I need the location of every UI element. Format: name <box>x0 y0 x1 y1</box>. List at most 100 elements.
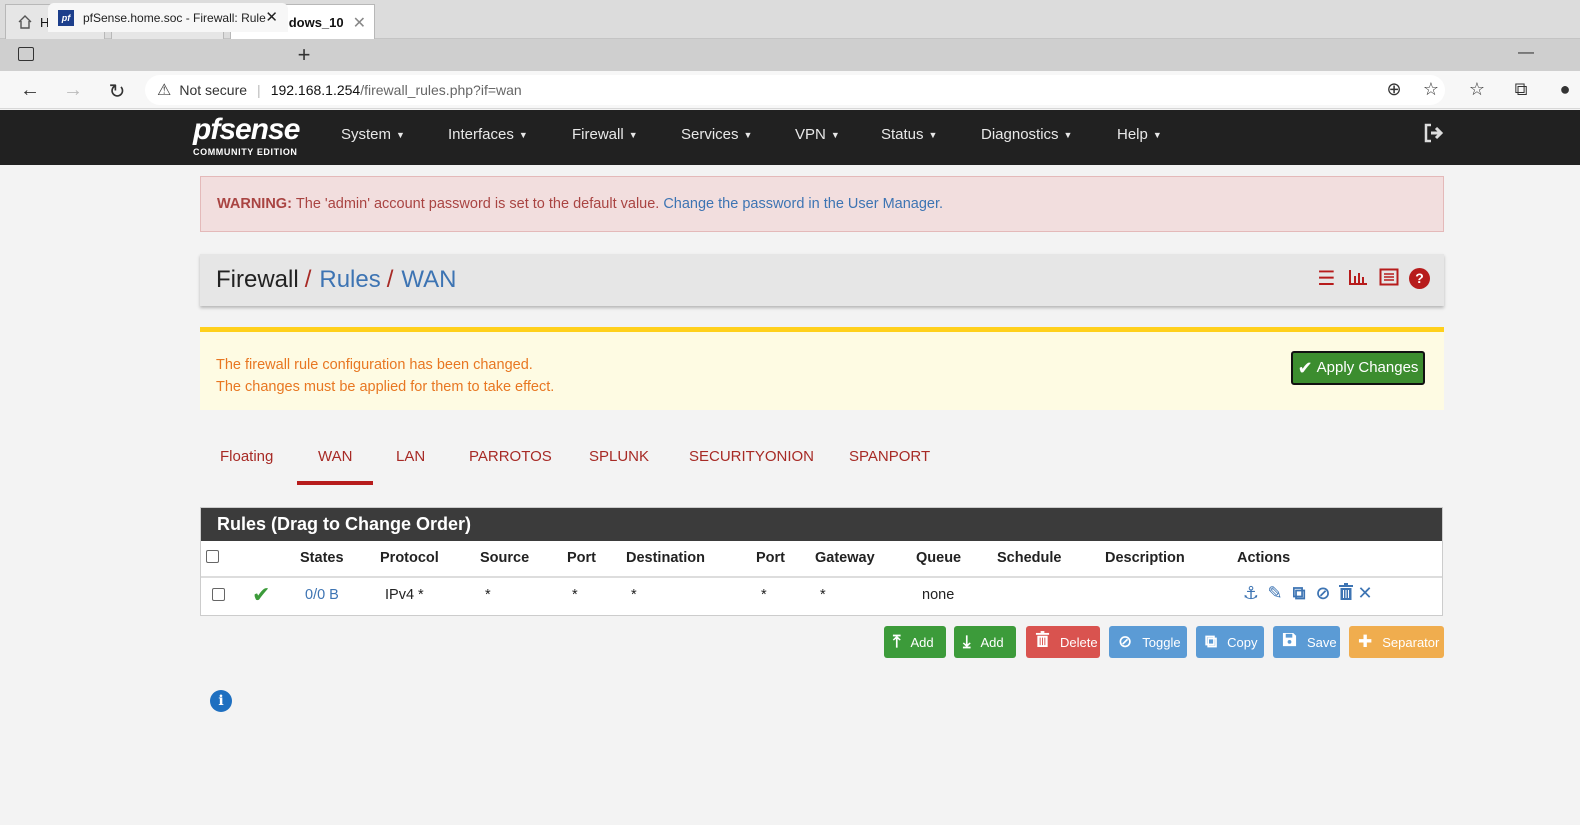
copy-icon[interactable]: ⧉ <box>1289 583 1309 604</box>
pass-check-icon[interactable]: ✔ <box>252 582 270 608</box>
toggle-label: Toggle <box>1142 634 1181 650</box>
col-source-port[interactable]: Port <box>567 550 596 566</box>
rules-panel-title: Rules (Drag to Change Order) <box>201 508 1442 541</box>
cell-source-port: * <box>572 587 578 603</box>
trash-icon <box>1035 631 1050 653</box>
cell-queue: none <box>922 587 955 603</box>
disable-icon[interactable]: ⊘ <box>1313 583 1333 604</box>
log-list-icon[interactable] <box>1378 268 1399 291</box>
logout-icon[interactable] <box>1423 123 1445 149</box>
row-checkbox[interactable] <box>212 588 225 601</box>
bar-chart-icon[interactable] <box>1347 268 1368 291</box>
caret-down-icon: ▼ <box>1152 130 1162 141</box>
warning-triangle-icon: ⚠ <box>157 82 172 99</box>
sliders-icon[interactable]: ☰ <box>1316 268 1337 291</box>
collections-icon[interactable]: ⧉ <box>1510 79 1532 100</box>
col-dest-port[interactable]: Port <box>756 550 785 566</box>
caret-down-icon: ▼ <box>628 130 638 141</box>
close-tab-icon[interactable]: ✕ <box>265 8 278 26</box>
cell-source: * <box>485 587 491 603</box>
new-tab-icon[interactable]: + <box>293 42 315 68</box>
menu-label: Interfaces <box>448 126 514 143</box>
add-top-button[interactable]: ⤒ Add <box>884 626 946 658</box>
menu-label: Firewall <box>572 126 624 143</box>
tab-lan[interactable]: LAN <box>396 448 425 465</box>
add-bottom-button[interactable]: ⤓ Add <box>954 626 1016 658</box>
cell-gateway: * <box>820 587 826 603</box>
info-icon[interactable]: i <box>210 690 232 712</box>
edit-pencil-icon[interactable]: ✎ <box>1265 583 1285 604</box>
menu-vpn[interactable]: VPN ▼ <box>795 126 840 143</box>
trash-icon[interactable] <box>1336 583 1356 606</box>
profile-icon[interactable]: ● <box>1554 79 1576 100</box>
home-icon <box>16 13 34 31</box>
col-queue[interactable]: Queue <box>916 550 961 566</box>
col-protocol[interactable]: Protocol <box>380 550 439 566</box>
tab-parrotos[interactable]: PARROTOS <box>469 448 552 465</box>
tab-floating[interactable]: Floating <box>220 448 273 465</box>
tab-actions-icon[interactable] <box>18 47 34 61</box>
toggle-button[interactable]: ⊘ Toggle <box>1109 626 1187 658</box>
menu-status[interactable]: Status ▼ <box>881 126 937 143</box>
col-states[interactable]: States <box>300 550 344 566</box>
back-icon[interactable]: ← <box>18 79 42 102</box>
menu-interfaces[interactable]: Interfaces ▼ <box>448 126 528 143</box>
pfsense-navbar: pfsense COMMUNITY EDITION System ▼ Interf… <box>0 110 1580 165</box>
security-label: Not secure <box>179 82 248 98</box>
col-schedule[interactable]: Schedule <box>997 550 1061 566</box>
save-button[interactable]: Save <box>1273 626 1340 658</box>
menu-diagnostics[interactable]: Diagnostics ▼ <box>981 126 1072 143</box>
menu-firewall[interactable]: Firewall ▼ <box>572 126 638 143</box>
zoom-icon[interactable]: ⊕ <box>1383 79 1405 100</box>
cell-states[interactable]: 0/0 B <box>305 587 339 603</box>
browser-tab[interactable]: pf pfSense.home.soc - Firewall: Rule ✕ <box>48 3 288 32</box>
breadcrumb-firewall: Firewall <box>216 266 299 293</box>
logo-main: pfsense <box>193 113 300 146</box>
tab-spanport[interactable]: SPANPORT <box>849 448 930 465</box>
delete-label: Delete <box>1060 634 1098 650</box>
breadcrumb-shortcuts: ☰ ? <box>1316 268 1430 291</box>
breadcrumb-rules[interactable]: Rules <box>319 266 380 294</box>
breadcrumb-wan[interactable]: WAN <box>401 266 456 294</box>
tab-securityonion[interactable]: SECURITYONION <box>689 448 814 465</box>
separator-button[interactable]: ✚ Separator <box>1349 626 1444 658</box>
warning-label: WARNING: <box>217 196 292 212</box>
menu-system[interactable]: System ▼ <box>341 126 405 143</box>
favorites-icon[interactable]: ☆ <box>1466 79 1488 100</box>
col-destination[interactable]: Destination <box>626 550 705 566</box>
url-input[interactable]: ⚠ Not secure | 192.168.1.254/firewall_ru… <box>145 75 1445 105</box>
menu-help[interactable]: Help ▼ <box>1117 126 1162 143</box>
tab-wan[interactable]: WAN <box>318 448 352 465</box>
address-bar-row: ← → ↻ ⚠ Not secure | 192.168.1.254/firew… <box>0 71 1580 109</box>
col-description[interactable]: Description <box>1105 550 1185 566</box>
close-icon[interactable]: ✕ <box>353 13 366 33</box>
anchor-icon[interactable]: ⚓ <box>1241 583 1261 604</box>
caret-down-icon: ▼ <box>1063 130 1073 141</box>
add-favorite-icon[interactable]: ☆ <box>1420 79 1442 100</box>
forward-icon[interactable]: → <box>61 79 85 102</box>
apply-changes-button[interactable]: ✔ Apply Changes <box>1291 351 1425 385</box>
default-password-warning: WARNING: The 'admin' account password is… <box>200 176 1444 232</box>
menu-label: Help <box>1117 126 1148 143</box>
col-gateway[interactable]: Gateway <box>815 550 875 566</box>
breadcrumb-separator: / <box>386 266 394 293</box>
breadcrumb-separator: / <box>304 266 312 293</box>
tab-splunk[interactable]: SPLUNK <box>589 448 649 465</box>
cell-protocol: IPv4 * <box>385 587 424 603</box>
caret-down-icon: ▼ <box>928 130 938 141</box>
delete-x-icon[interactable]: ✕ <box>1355 583 1375 604</box>
menu-services[interactable]: Services ▼ <box>681 126 752 143</box>
delete-button[interactable]: Delete <box>1026 626 1100 658</box>
col-actions: Actions <box>1237 550 1291 566</box>
cell-destination: * <box>631 587 637 603</box>
select-all-checkbox[interactable] <box>206 550 219 563</box>
user-manager-link[interactable]: Change the password in the User Manager. <box>663 196 943 212</box>
col-source[interactable]: Source <box>480 550 529 566</box>
copy-button[interactable]: ⧉ Copy <box>1196 626 1264 658</box>
help-icon[interactable]: ? <box>1409 268 1430 289</box>
refresh-icon[interactable]: ↻ <box>105 79 129 104</box>
copy-label: Copy <box>1227 634 1258 650</box>
url-host: 192.168.1.254 <box>270 82 361 98</box>
pfsense-logo[interactable]: pfsense COMMUNITY EDITION <box>193 113 300 158</box>
minimize-icon[interactable]: — <box>1518 44 1534 62</box>
